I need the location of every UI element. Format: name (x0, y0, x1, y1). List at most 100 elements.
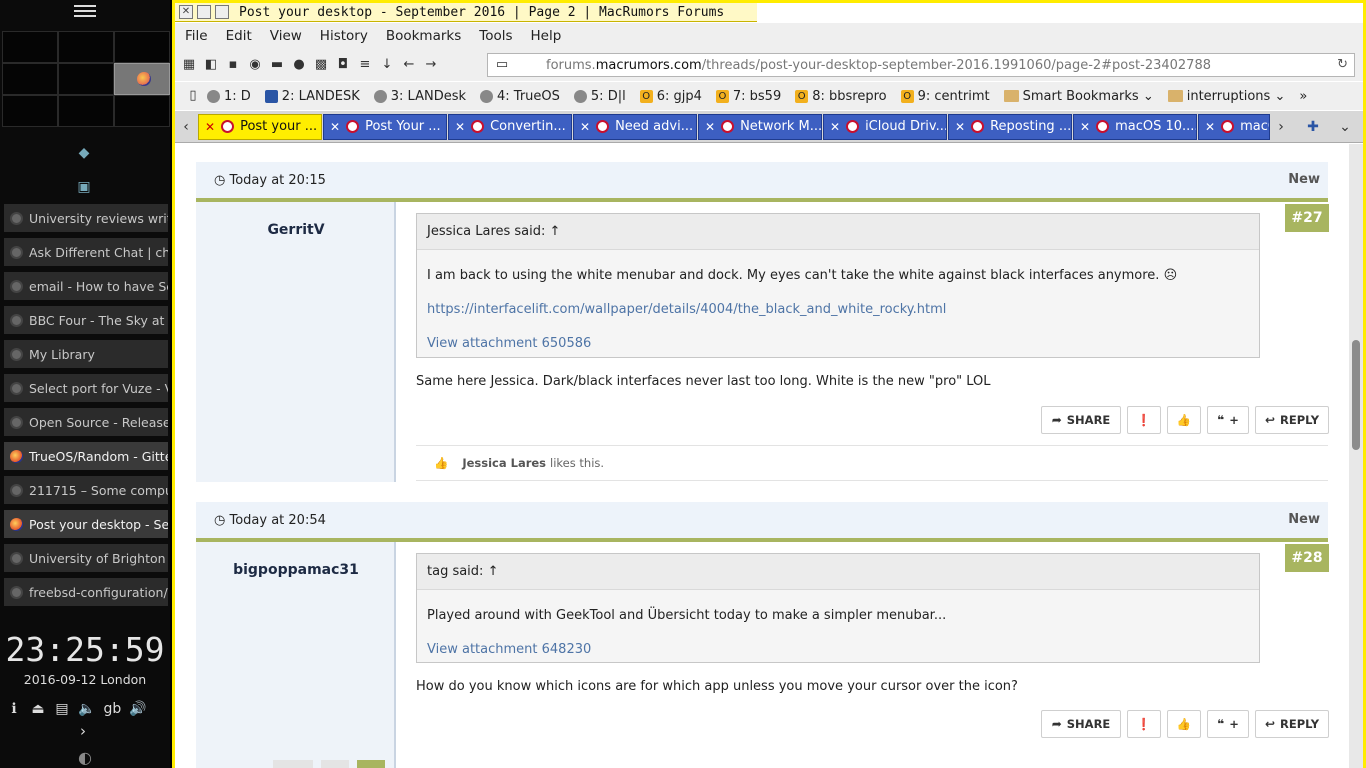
task-item[interactable]: BBC Four - The Sky at N (4, 306, 168, 334)
volume-icon[interactable]: 🔈 (78, 701, 95, 717)
bookmark-item[interactable]: 2: LANDESK (264, 89, 360, 104)
tab[interactable]: ✕macOS (1198, 113, 1270, 140)
like-button[interactable]: 👍 (1167, 406, 1201, 434)
addon-icon[interactable]: ▬ (269, 57, 285, 73)
task-item[interactable]: Select port for Vuze - V (4, 374, 168, 402)
maximize-window-icon[interactable] (215, 5, 229, 19)
task-item[interactable]: My Library (4, 340, 168, 368)
desktop-7[interactable] (2, 95, 58, 127)
post-number[interactable]: #28 (1285, 544, 1329, 572)
network-icon[interactable]: ▤ (54, 701, 70, 717)
tab[interactable]: ✕ Convertin... (448, 113, 572, 140)
menu-tools[interactable]: Tools (479, 28, 512, 44)
menu-history[interactable]: History (320, 28, 368, 44)
scrollbar-thumb[interactable] (1352, 340, 1360, 450)
pocket-icon[interactable]: ◘ (335, 57, 351, 73)
back-icon[interactable]: ← (401, 57, 417, 73)
tab[interactable]: ✕ Network M... (698, 113, 822, 140)
new-tab-icon[interactable]: ✚ (1302, 119, 1324, 135)
task-item[interactable]: freebsd-configuration/ (4, 578, 168, 606)
task-item[interactable]: University of Brighton (4, 544, 168, 572)
reply-button[interactable]: ↩ REPLY (1255, 710, 1329, 738)
whatsapp-icon[interactable]: ◉ (247, 57, 263, 73)
hamburger-menu-icon[interactable] (74, 2, 96, 22)
task-item[interactable]: email - How to have Se (4, 272, 168, 300)
post-number[interactable]: #27 (1285, 204, 1329, 232)
desktop-5[interactable] (58, 63, 114, 95)
bookmark-folder[interactable]: interruptions ⌄ (1167, 89, 1285, 104)
quote-button[interactable]: ❝ + (1207, 710, 1249, 738)
list-icon[interactable]: ≡ (357, 57, 373, 73)
sidebar-icon[interactable]: ▯ (185, 88, 201, 104)
quote-link[interactable]: https://interfacelift.com/wallpaper/deta… (427, 292, 1249, 326)
tab[interactable]: ✕ Need advi... (573, 113, 697, 140)
bookmark-item[interactable]: O 7: bs59 (715, 89, 781, 104)
close-tab-icon[interactable]: ✕ (1205, 120, 1215, 134)
report-button[interactable]: ❗ (1127, 710, 1161, 738)
tab[interactable]: ✕ Post your ... (198, 113, 322, 140)
bookmark-item[interactable]: O 9: centrimt (900, 89, 990, 104)
desktop-6[interactable] (114, 63, 170, 95)
scroll-tabs-left-icon[interactable]: ‹ (175, 119, 197, 135)
menu-edit[interactable]: Edit (226, 28, 252, 44)
task-item-active[interactable]: Post your desktop - Se (4, 510, 168, 538)
grid-icon[interactable]: ▦ (181, 57, 197, 73)
vertical-scrollbar[interactable] (1349, 144, 1363, 768)
screen-icon[interactable]: ▣ (76, 180, 92, 194)
bookmark-item[interactable]: 4: TrueOS (480, 89, 560, 104)
task-item[interactable]: Ask Different Chat | ch (4, 238, 168, 266)
close-tab-icon[interactable]: ✕ (455, 120, 465, 134)
firefox-icon[interactable]: ● (291, 57, 307, 73)
menu-view[interactable]: View (270, 28, 302, 44)
desktop-4[interactable] (2, 63, 58, 95)
page-info-icon[interactable]: ▭ (494, 57, 510, 73)
bookmark-item[interactable]: O 8: bbsrepro (795, 89, 887, 104)
url-bar[interactable]: ▭ forums.macrumors.com/threads/post-your… (487, 53, 1355, 77)
chevron-more-icon[interactable]: » (1299, 89, 1307, 104)
screenshot-icon[interactable]: ▩ (313, 57, 329, 73)
close-tab-icon[interactable]: ✕ (205, 120, 215, 134)
like-user[interactable]: Jessica Lares (462, 456, 546, 470)
menu-help[interactable]: Help (531, 28, 562, 44)
bookmark-item[interactable]: O 6: gjp4 (639, 89, 702, 104)
share-button[interactable]: ➦ SHARE (1041, 406, 1121, 434)
close-tab-icon[interactable]: ✕ (830, 120, 840, 134)
like-button[interactable]: 👍 (1167, 710, 1201, 738)
tab[interactable]: ✕ iCloud Driv... (823, 113, 947, 140)
save-icon[interactable]: ▪ (225, 57, 241, 73)
report-button[interactable]: ❗ (1127, 406, 1161, 434)
task-item[interactable]: TrueOS/Random - Gitte (4, 442, 168, 470)
task-item[interactable]: Open Source - Release (4, 408, 168, 436)
desktop-9[interactable] (114, 95, 170, 127)
chevron-right-icon[interactable]: › (80, 722, 86, 740)
bookmark-folder[interactable]: Smart Bookmarks ⌄ (1003, 89, 1154, 104)
notes-icon[interactable]: ◆ (76, 146, 92, 160)
attachment-link[interactable]: View attachment 650586 (427, 326, 1249, 360)
attachment-link[interactable]: View attachment 648230 (427, 632, 1249, 666)
forward-icon[interactable]: → (423, 57, 439, 73)
quote-author[interactable]: tag said: ↑ (417, 554, 1259, 590)
close-window-icon[interactable]: ✕ (179, 5, 193, 19)
download-icon[interactable]: ↓ (379, 57, 395, 73)
desktop-3[interactable] (114, 31, 170, 63)
close-tab-icon[interactable]: ✕ (705, 120, 715, 134)
bookmark-item[interactable]: 1: D (207, 89, 251, 104)
keyboard-layout[interactable]: gb (103, 701, 121, 717)
dictionary-icon[interactable]: ◧ (203, 57, 219, 73)
tab[interactable]: ✕ macOS 10.... (1073, 113, 1197, 140)
task-item[interactable]: 211715 – Some compu (4, 476, 168, 504)
bookmark-item[interactable]: 3: LANDesk (373, 89, 466, 104)
minimize-window-icon[interactable] (197, 5, 211, 19)
menu-file[interactable]: File (185, 28, 208, 44)
close-tab-icon[interactable]: ✕ (330, 120, 340, 134)
share-button[interactable]: ➦ SHARE (1041, 710, 1121, 738)
drive-icon[interactable]: ⏏ (30, 701, 46, 717)
bookmark-item[interactable]: 5: D|l (573, 89, 626, 104)
post-author[interactable]: bigpoppamac31 (196, 562, 396, 578)
quote-author[interactable]: Jessica Lares said: ↑ (417, 214, 1259, 250)
post-author[interactable]: GerritV (196, 222, 396, 238)
menu-bookmarks[interactable]: Bookmarks (386, 28, 461, 44)
desktop-1[interactable] (2, 31, 58, 63)
tab-list-icon[interactable]: ⌄ (1334, 119, 1356, 135)
speaker-icon[interactable]: 🔊 (129, 701, 146, 717)
